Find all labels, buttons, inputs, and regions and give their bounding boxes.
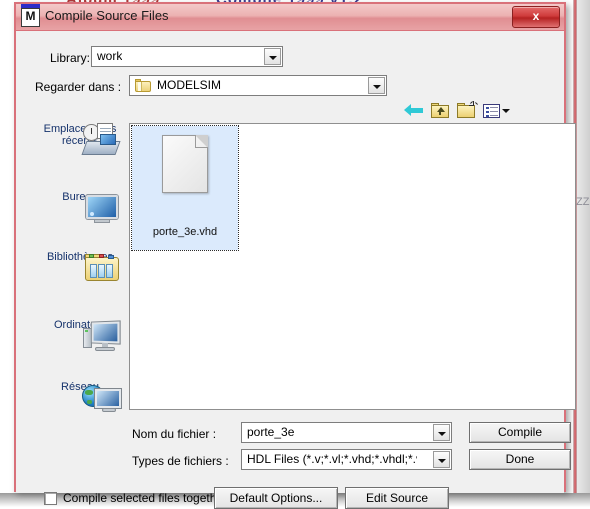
- filetype-value: HDL Files (*.v;*.vl;*.vhd;*.vhdl;*.vho;*…: [247, 452, 417, 466]
- lookin-value: MODELSIM: [157, 78, 222, 92]
- modelsim-app-icon: M: [21, 8, 40, 27]
- places-sidebar: Emplacements récents Bureau Bibliothèque…: [36, 123, 124, 412]
- chevron-down-icon[interactable]: [502, 109, 510, 113]
- back-arrow-icon[interactable]: [404, 101, 426, 121]
- generic-file-icon: [162, 135, 208, 193]
- sidebar-item-desktop[interactable]: Bureau: [36, 191, 124, 223]
- filename-combobox[interactable]: porte_3e: [241, 422, 452, 443]
- dialog-title: Compile Source Files: [45, 8, 169, 23]
- filetype-label: Types de fichiers :: [132, 454, 229, 468]
- sidebar-item-recent-places[interactable]: Emplacements récents: [36, 123, 124, 155]
- folder-icon: [135, 79, 151, 92]
- lookin-label: Regarder dans :: [35, 80, 122, 94]
- background-right-pane: [577, 0, 590, 495]
- lookin-dropdown-arrow-icon[interactable]: [368, 77, 385, 94]
- up-one-level-icon[interactable]: [430, 101, 452, 121]
- new-folder-icon[interactable]: [456, 101, 478, 121]
- filename-dropdown-arrow-icon[interactable]: [433, 424, 450, 441]
- filetype-dropdown-arrow-icon[interactable]: [433, 451, 450, 468]
- navigation-toolbar: [404, 101, 510, 123]
- compile-together-checkbox[interactable]: [44, 492, 57, 505]
- dialog-body: Library: work Regarder dans : MODELSIM E…: [16, 31, 576, 509]
- sidebar-item-network[interactable]: Réseau: [36, 381, 124, 412]
- library-combobox[interactable]: work: [91, 46, 283, 67]
- compile-source-files-dialog: M Compile Source Files x Library: work R…: [14, 2, 576, 509]
- file-list-panel[interactable]: porte_3e.vhd: [129, 123, 576, 410]
- sidebar-item-libraries[interactable]: Bibliothèques: [36, 251, 124, 281]
- default-options-button[interactable]: Default Options...: [214, 487, 338, 509]
- done-button[interactable]: Done: [469, 449, 571, 470]
- lookin-combobox[interactable]: MODELSIM: [129, 75, 387, 96]
- library-label: Library:: [50, 51, 91, 65]
- library-value: work: [97, 49, 123, 63]
- library-dropdown-arrow-icon[interactable]: [264, 48, 281, 65]
- background-side-text: ZZ: [576, 196, 590, 208]
- compile-together-label: Compile selected files together: [63, 491, 228, 505]
- edit-source-button[interactable]: Edit Source: [345, 487, 449, 509]
- filename-label: Nom du fichier :: [132, 427, 217, 441]
- file-name-label: porte_3e.vhd: [152, 226, 218, 238]
- close-button[interactable]: x: [512, 6, 560, 28]
- filename-value[interactable]: porte_3e: [247, 425, 294, 439]
- list-item[interactable]: porte_3e.vhd: [131, 125, 239, 251]
- sidebar-item-computer[interactable]: Ordinateur: [36, 319, 124, 351]
- dialog-titlebar[interactable]: M Compile Source Files x: [16, 4, 564, 31]
- compile-button[interactable]: Compile: [469, 422, 571, 443]
- filetype-combobox[interactable]: HDL Files (*.v;*.vl;*.vhd;*.vhdl;*.vho;*…: [241, 449, 452, 470]
- views-menu-icon[interactable]: [482, 101, 510, 121]
